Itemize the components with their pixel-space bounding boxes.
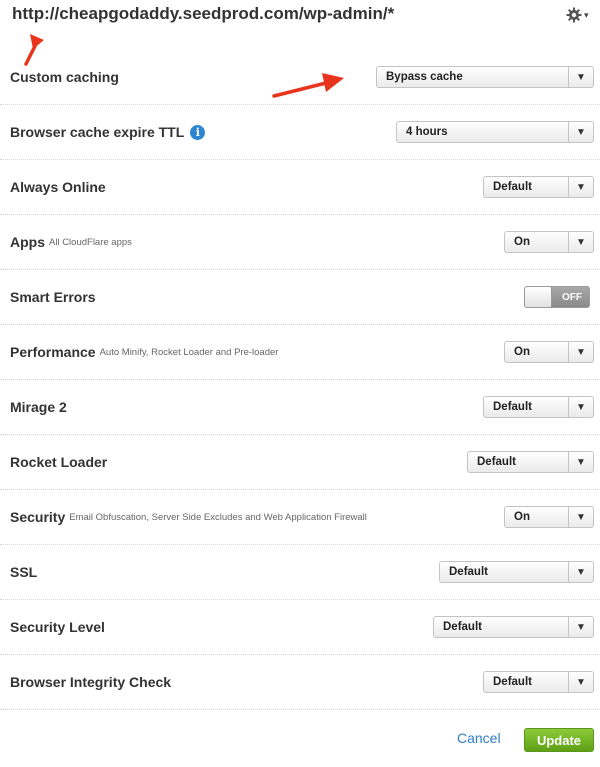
security-level-select[interactable]: Default ▼ (433, 616, 594, 638)
select-value: Default (493, 181, 532, 193)
setting-row-always-online: Always Online Default ▼ (0, 160, 600, 215)
performance-select[interactable]: On ▼ (504, 341, 594, 363)
custom-caching-select[interactable]: Bypass cache ▼ (376, 66, 594, 88)
setting-row-browser-integrity-check: Browser Integrity Check Default ▼ (0, 655, 600, 710)
security-select[interactable]: On ▼ (504, 506, 594, 528)
setting-label: Mirage 2 (10, 399, 67, 415)
setting-label: Security Level (10, 619, 105, 635)
toggle-state-label: OFF (562, 291, 582, 303)
setting-label: Apps (10, 234, 45, 250)
select-value: On (514, 236, 530, 248)
select-value: On (514, 346, 530, 358)
form-footer: Cancel Update (0, 728, 600, 754)
setting-row-security-level: Security Level Default ▼ (0, 600, 600, 655)
setting-row-performance: Performance Auto Minify, Rocket Loader a… (0, 325, 600, 380)
apps-select[interactable]: On ▼ (504, 231, 594, 253)
setting-label: Security (10, 509, 66, 525)
setting-row-custom-caching: Custom caching Bypass cache ▼ (0, 50, 600, 105)
info-icon[interactable]: i (190, 124, 206, 140)
always-online-select[interactable]: Default ▼ (483, 176, 594, 198)
setting-label: Performance (10, 344, 96, 360)
settings-list: Custom caching Bypass cache ▼ Browser ca… (0, 50, 600, 710)
dropdown-arrow-icon: ▼ (568, 232, 593, 252)
dropdown-arrow-icon: ▼ (568, 617, 593, 637)
setting-label: SSL (10, 564, 38, 580)
browser-cache-ttl-select[interactable]: 4 hours ▼ (396, 121, 594, 143)
setting-row-security: Security Email Obfuscation, Server Side … (0, 490, 600, 545)
dropdown-arrow-icon: ▼ (568, 177, 593, 197)
dropdown-arrow-icon: ▼ (568, 122, 593, 142)
dropdown-arrow-icon: ▼ (568, 342, 593, 362)
setting-row-apps: Apps All CloudFlare apps On ▼ (0, 215, 600, 270)
select-value: Default (493, 676, 532, 688)
select-value: Default (493, 401, 532, 413)
select-value: Default (449, 566, 488, 578)
setting-description: Email Obfuscation, Server Side Excludes … (69, 511, 367, 523)
setting-label: Browser Integrity Check (10, 674, 172, 690)
setting-description: Auto Minify, Rocket Loader and Pre-loade… (99, 346, 279, 358)
toggle-knob (525, 287, 552, 307)
dropdown-arrow-icon: ▼ (568, 397, 593, 417)
setting-row-ssl: SSL Default ▼ (0, 545, 600, 600)
browser-integrity-check-select[interactable]: Default ▼ (483, 671, 594, 693)
update-button[interactable]: Update (524, 728, 594, 752)
dropdown-arrow-icon: ▼ (568, 672, 593, 692)
dropdown-arrow-icon: ▼ (568, 507, 593, 527)
setting-label: Always Online (10, 179, 106, 195)
chevron-down-icon: ▾ (584, 9, 589, 20)
settings-menu-button[interactable]: ▾ (566, 4, 594, 26)
setting-label: Rocket Loader (10, 454, 108, 470)
gear-icon (566, 7, 582, 23)
select-value: Default (477, 456, 516, 468)
setting-description: All CloudFlare apps (49, 236, 132, 248)
setting-row-mirage-2: Mirage 2 Default ▼ (0, 380, 600, 435)
setting-row-rocket-loader: Rocket Loader Default ▼ (0, 435, 600, 490)
select-value: 4 hours (406, 126, 448, 138)
page-header: http://cheapgodaddy.seedprod.com/wp-admi… (0, 0, 600, 38)
setting-row-browser-cache-ttl: Browser cache expire TTL i 4 hours ▼ (0, 105, 600, 160)
rocket-loader-select[interactable]: Default ▼ (467, 451, 594, 473)
select-value: Default (443, 621, 482, 633)
cancel-link[interactable]: Cancel (457, 730, 501, 746)
setting-label: Smart Errors (10, 289, 96, 305)
ssl-select[interactable]: Default ▼ (439, 561, 594, 583)
setting-label: Browser cache expire TTL (10, 124, 185, 140)
mirage-2-select[interactable]: Default ▼ (483, 396, 594, 418)
page-rule-url: http://cheapgodaddy.seedprod.com/wp-admi… (12, 4, 395, 23)
dropdown-arrow-icon: ▼ (568, 562, 593, 582)
smart-errors-toggle[interactable]: OFF (524, 286, 590, 308)
dropdown-arrow-icon: ▼ (568, 67, 593, 87)
dropdown-arrow-icon: ▼ (568, 452, 593, 472)
select-value: Bypass cache (386, 71, 463, 83)
setting-row-smart-errors: Smart Errors OFF (0, 270, 600, 325)
setting-label: Custom caching (10, 69, 119, 85)
select-value: On (514, 511, 530, 523)
